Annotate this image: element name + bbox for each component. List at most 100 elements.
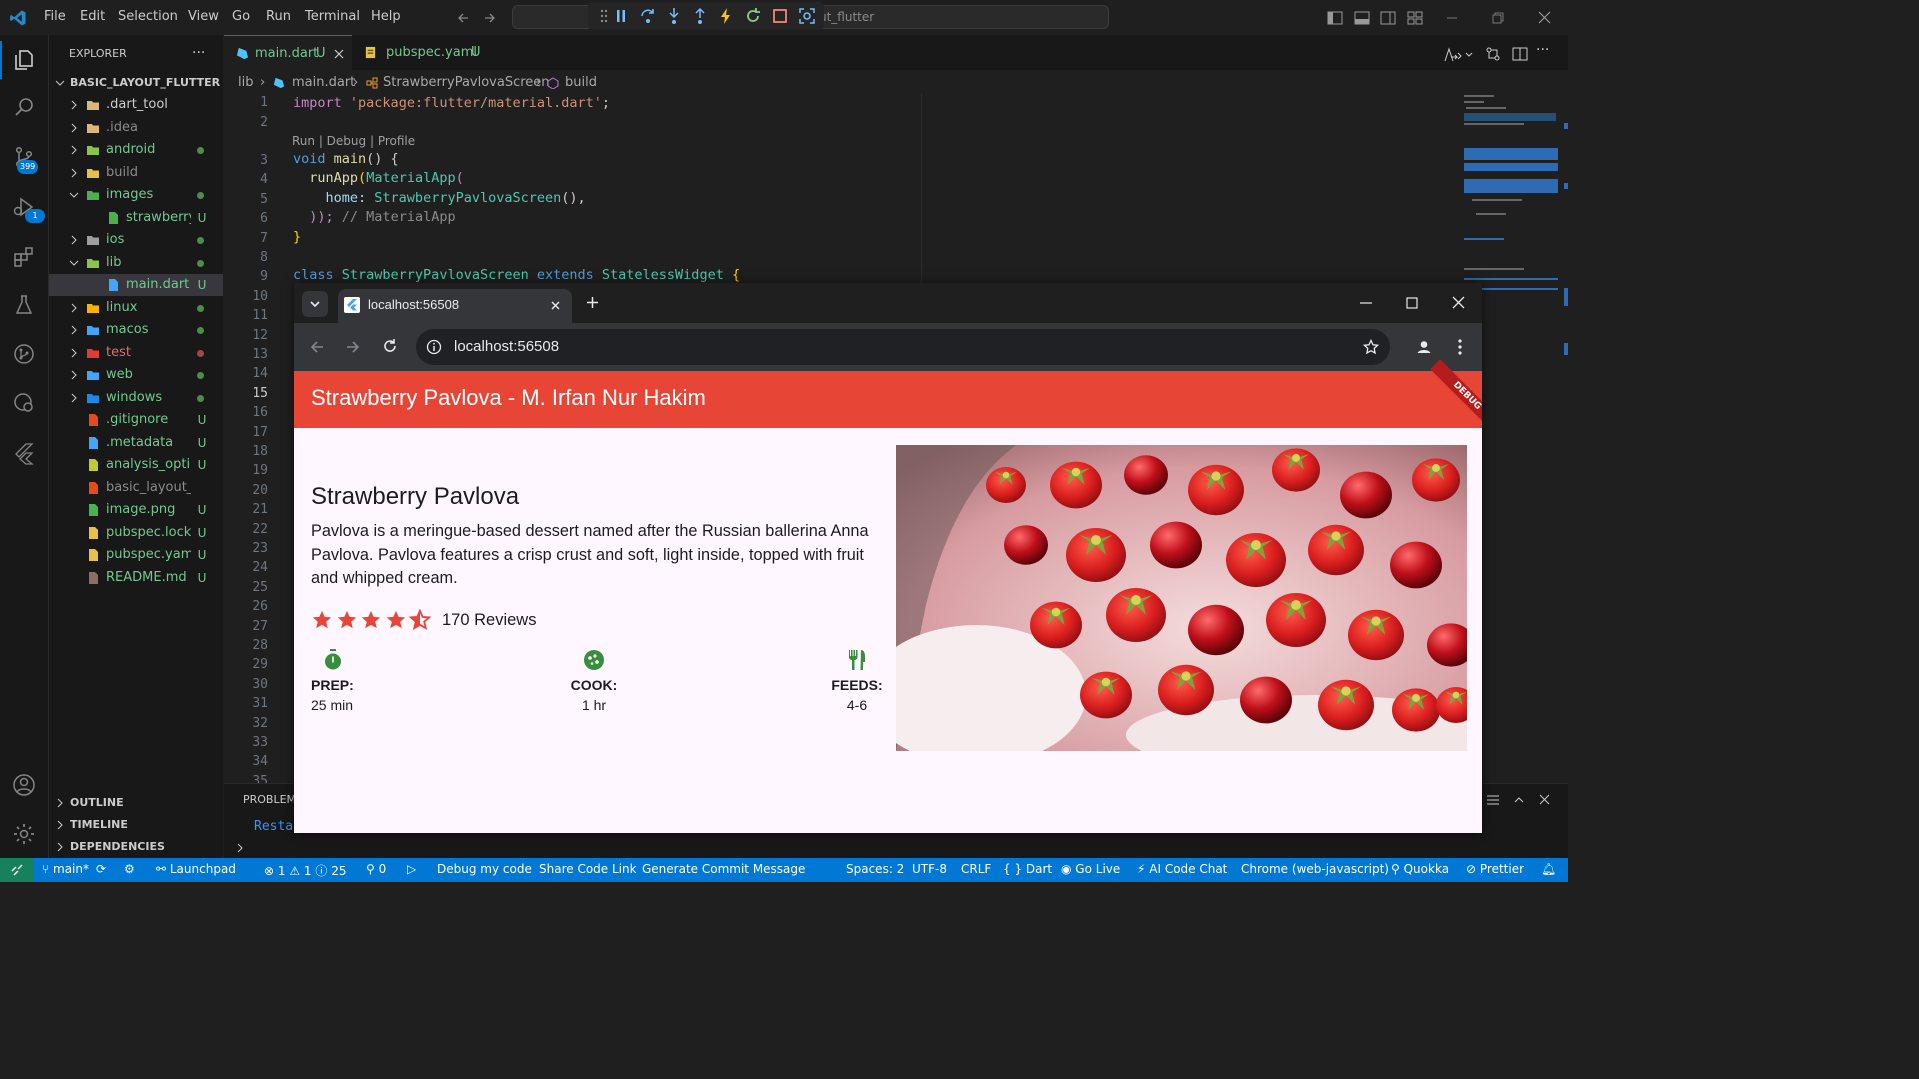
tree-item[interactable]: analysis_opti... U <box>49 454 223 476</box>
dependencies-section[interactable]: DEPENDENCIES <box>49 836 223 858</box>
tree-item[interactable]: linux <box>49 297 223 319</box>
line-endings[interactable]: CRLF <box>961 862 991 876</box>
back-arrow-icon[interactable] <box>456 11 470 25</box>
testing-icon[interactable] <box>12 293 36 317</box>
code-line-3[interactable]: void main() { <box>293 151 399 167</box>
split-editor-icon[interactable] <box>1512 46 1528 62</box>
menu-go[interactable]: Go <box>232 9 250 24</box>
bookmark-star-icon[interactable] <box>1363 339 1379 355</box>
quokka[interactable]: ⚲ Quokka <box>1391 862 1449 876</box>
close-tab-icon[interactable] <box>334 49 344 59</box>
tree-item[interactable]: pubspec.yaml U <box>49 544 223 566</box>
git-graph-icon[interactable] <box>12 342 36 366</box>
ai-code-chat[interactable]: ⚡ AI Code Chat <box>1137 862 1227 876</box>
close-tab-icon[interactable] <box>551 301 560 310</box>
menu-selection[interactable]: Selection <box>118 9 178 24</box>
inspect-widget-icon[interactable] <box>797 6 817 26</box>
code-line-1[interactable]: import 'package:flutter/material.dart'; <box>293 95 610 111</box>
tree-item[interactable]: android <box>49 139 223 161</box>
chrome-tab-active[interactable]: localhost:56508 <box>338 289 572 323</box>
debug-icon[interactable]: ▷ <box>407 862 416 876</box>
code-line-9[interactable]: class StrawberryPavlovaScreen extends St… <box>293 267 740 283</box>
word-wrap-icon[interactable] <box>1486 794 1500 806</box>
chevron-down-icon[interactable] <box>1465 51 1473 59</box>
share-code-link[interactable]: Share Code Link <box>539 862 637 876</box>
forward-arrow-icon[interactable] <box>483 11 497 25</box>
menu-help[interactable]: Help <box>371 9 401 24</box>
breadcrumb-build[interactable]: build <box>565 75 597 90</box>
tree-item[interactable]: macos <box>49 319 223 341</box>
maximize-panel-icon[interactable] <box>1513 794 1525 806</box>
ports-indicator[interactable]: ⚲ 0 <box>366 862 386 876</box>
generate-commit-message[interactable]: Generate Commit Message <box>642 862 805 876</box>
site-info-icon[interactable] <box>426 339 442 355</box>
close-window-icon[interactable] <box>1538 11 1551 24</box>
minimize-icon[interactable] <box>1360 302 1372 304</box>
menu-terminal[interactable]: Terminal <box>305 9 360 24</box>
stop-icon[interactable] <box>770 6 790 26</box>
run-split-icon[interactable] <box>1443 47 1463 63</box>
menu-run[interactable]: Run <box>266 9 291 24</box>
explorer-more-button[interactable]: ... <box>192 41 205 57</box>
go-live[interactable]: ◉ Go Live <box>1061 862 1120 876</box>
extensions-icon[interactable] <box>12 245 36 269</box>
tree-item[interactable]: .gitignore U <box>49 409 223 431</box>
encoding[interactable]: UTF-8 <box>912 862 947 876</box>
account-icon[interactable] <box>12 773 36 797</box>
maximize-icon[interactable] <box>1406 297 1418 309</box>
step-over-icon[interactable] <box>638 6 658 26</box>
tree-item[interactable]: lib <box>49 252 223 274</box>
menu-view[interactable]: View <box>188 9 219 24</box>
address-bar[interactable]: localhost:56508 <box>416 329 1390 365</box>
debug-my-code[interactable]: Debug my code <box>437 862 532 876</box>
tree-item[interactable]: .idea <box>49 117 223 139</box>
search-icon[interactable] <box>12 95 36 119</box>
tab-search-button[interactable] <box>302 291 328 317</box>
tab-pubspec-yaml[interactable]: pubspec.yaml U <box>352 35 502 70</box>
breadcrumb-class[interactable]: StrawberryPavlovaScreen <box>383 75 550 90</box>
tree-item[interactable]: web <box>49 364 223 386</box>
minimize-icon[interactable] <box>1446 12 1458 24</box>
toggle-sidebar-icon[interactable] <box>1327 11 1343 25</box>
prettier[interactable]: ⊘ Prettier <box>1466 862 1524 876</box>
toggle-panel-icon[interactable] <box>1354 11 1370 25</box>
close-panel-icon[interactable] <box>1539 794 1550 805</box>
flutter-icon[interactable] <box>12 441 36 465</box>
tree-item[interactable]: pubspec.lock U <box>49 522 223 544</box>
git-lens-icon[interactable]: ⚙ <box>124 862 135 876</box>
codelens-run-debug-profile[interactable]: Run | Debug | Profile <box>292 134 415 148</box>
tab-main-dart[interactable]: main.dart U <box>224 35 352 70</box>
tree-item[interactable]: ios <box>49 229 223 251</box>
code-line-6[interactable]: )); // MaterialApp <box>293 209 455 225</box>
chevron-right-icon[interactable] <box>235 843 245 853</box>
settings-gear-icon[interactable] <box>12 822 36 846</box>
tree-item[interactable]: test <box>49 342 223 364</box>
timeline-section[interactable]: TIMELINE <box>49 814 223 836</box>
tree-item[interactable]: build <box>49 162 223 184</box>
outline-section[interactable]: OUTLINE <box>49 792 223 814</box>
hot-reload-icon[interactable] <box>716 6 736 26</box>
tree-item[interactable]: image.png U <box>49 499 223 521</box>
breadcrumb-lib[interactable]: lib <box>238 75 253 90</box>
remote-explorer-icon[interactable] <box>12 391 36 415</box>
forward-arrow-icon[interactable] <box>345 339 361 355</box>
launchpad-item[interactable]: ⚯ Launchpad <box>156 862 236 876</box>
reload-icon[interactable] <box>382 338 398 354</box>
breadcrumb-main-dart[interactable]: main.dart <box>292 75 355 90</box>
explorer-root[interactable]: BASIC_LAYOUT_FLUTTER <box>49 72 223 94</box>
tree-item[interactable]: strawberry_... U <box>49 207 223 229</box>
sync-icon[interactable]: ⟳ <box>96 862 106 876</box>
code-line-7[interactable]: } <box>293 229 301 245</box>
menu-file[interactable]: File <box>44 9 66 24</box>
close-window-icon[interactable] <box>1452 296 1465 309</box>
step-out-icon[interactable] <box>690 6 710 26</box>
flutter-device[interactable]: Chrome (web-javascript) <box>1241 862 1389 876</box>
toggle-secondary-sidebar-icon[interactable] <box>1380 11 1396 25</box>
restart-icon[interactable] <box>743 6 763 26</box>
back-arrow-icon[interactable] <box>309 339 325 355</box>
new-tab-icon[interactable] <box>586 296 599 309</box>
tree-item[interactable]: .metadata U <box>49 432 223 454</box>
code-line-4[interactable]: runApp(MaterialApp( <box>293 170 463 186</box>
menu-edit[interactable]: Edit <box>80 9 105 24</box>
tree-item[interactable]: main.dart U <box>49 274 223 296</box>
